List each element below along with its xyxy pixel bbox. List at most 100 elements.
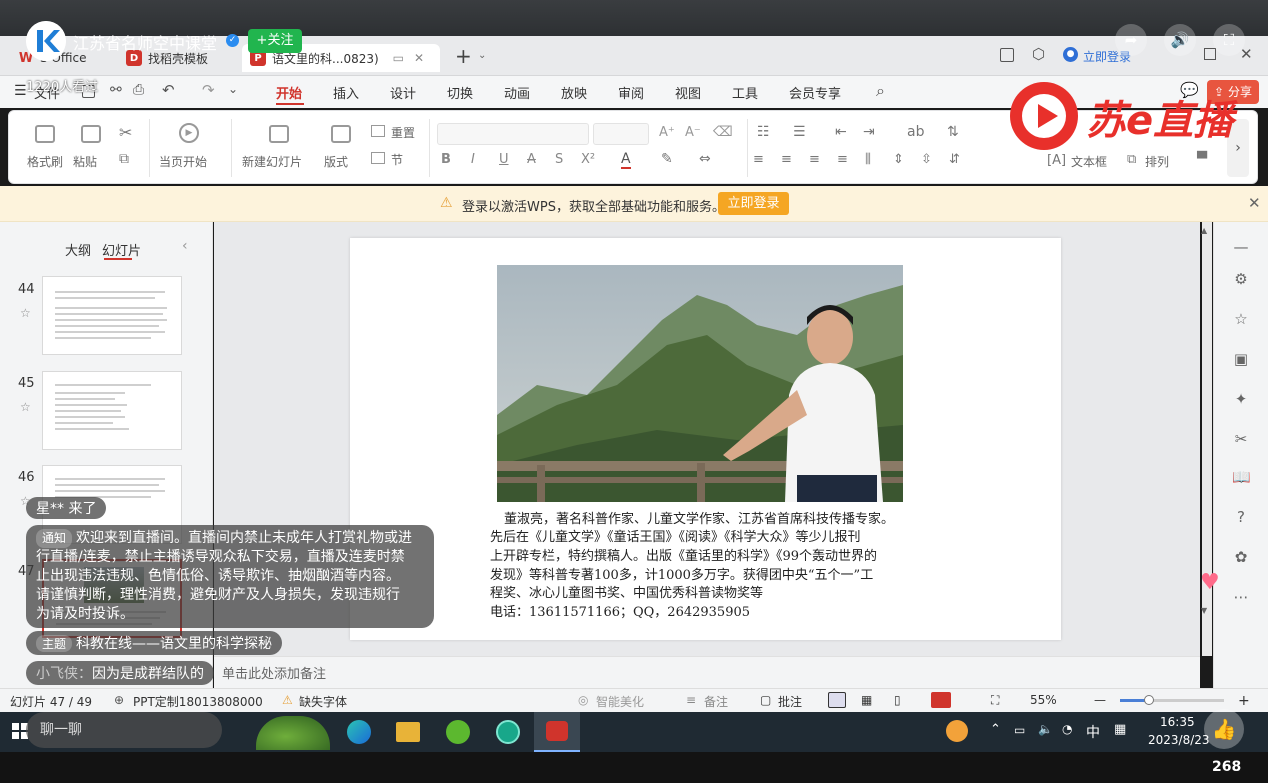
clock-time[interactable]: 16:35 bbox=[1160, 715, 1195, 729]
strikethrough-icon[interactable]: A bbox=[527, 152, 536, 167]
wps-taskbar-icon[interactable] bbox=[534, 712, 580, 752]
collapse-sidebar-icon[interactable]: ‹ bbox=[182, 238, 188, 254]
quick-access-dropdown-icon[interactable]: ⌄ bbox=[228, 82, 238, 96]
tab-close-icon[interactable]: ✕ bbox=[414, 51, 424, 65]
bullets-icon[interactable]: ☷ bbox=[757, 124, 770, 140]
file-explorer-icon[interactable] bbox=[396, 722, 420, 742]
star-icon[interactable]: ☆ bbox=[20, 306, 31, 320]
follow-button[interactable]: +关注 bbox=[248, 29, 302, 53]
play-from-current-label[interactable]: 当页开始 bbox=[159, 153, 207, 170]
align-center-icon[interactable]: ≡ bbox=[781, 152, 792, 167]
like-button[interactable]: 👍 bbox=[1204, 709, 1244, 749]
link-icon[interactable]: ⚯ bbox=[110, 82, 122, 98]
star-icon[interactable]: ☆ bbox=[20, 400, 31, 414]
fullscreen-icon[interactable]: ⛶ bbox=[1213, 24, 1245, 56]
tab-screen-icon[interactable]: ▭ bbox=[393, 51, 404, 65]
menu-tools[interactable]: 工具 bbox=[732, 83, 758, 102]
search-icon[interactable]: ⌕ bbox=[876, 81, 885, 101]
fit-window-icon[interactable]: ⛶ bbox=[991, 693, 999, 708]
zoom-slider[interactable] bbox=[1120, 695, 1224, 705]
print-preview-icon[interactable]: ⎙ bbox=[133, 82, 144, 98]
font-grow-icon[interactable]: A⁺ bbox=[659, 125, 675, 140]
menu-view[interactable]: 视图 bbox=[675, 83, 701, 102]
new-slide-icon[interactable] bbox=[269, 125, 289, 143]
align-right-icon[interactable]: ≡ bbox=[809, 152, 820, 167]
menu-review[interactable]: 审阅 bbox=[618, 83, 644, 102]
menu-animations[interactable]: 动画 bbox=[504, 83, 530, 102]
format-painter-icon[interactable] bbox=[35, 125, 55, 143]
paste-label[interactable]: 粘贴 bbox=[73, 153, 97, 170]
menu-membership[interactable]: 会员专享 bbox=[789, 83, 841, 102]
menu-slideshow[interactable]: 放映 bbox=[561, 83, 587, 102]
text-direction-icon[interactable]: ab bbox=[907, 124, 924, 140]
font-color-icon[interactable]: A bbox=[621, 151, 631, 169]
align-left-icon[interactable]: ≡ bbox=[753, 152, 764, 167]
tray-up-icon[interactable]: ⌃ bbox=[990, 722, 1001, 737]
ime-grid-icon[interactable]: ▦ bbox=[1114, 722, 1126, 737]
gift-icon[interactable]: ✿ bbox=[1232, 548, 1250, 566]
format-painter-label[interactable]: 格式刷 bbox=[27, 153, 63, 170]
paste-icon[interactable] bbox=[81, 125, 101, 143]
clock-date[interactable]: 2023/8/23 bbox=[1148, 733, 1210, 747]
ime-indicator[interactable]: 中 bbox=[1086, 722, 1100, 742]
slideshow-play-icon[interactable] bbox=[931, 692, 951, 708]
scroll-down-icon[interactable]: ▼ bbox=[1201, 606, 1207, 615]
copy-icon[interactable]: ⧉ bbox=[119, 151, 129, 167]
tab-outline[interactable]: 大纲 bbox=[65, 240, 91, 259]
battery-icon[interactable]: ▭ bbox=[1014, 723, 1025, 737]
share-live-icon[interactable]: ➦ bbox=[1115, 24, 1147, 56]
weather-icon[interactable] bbox=[946, 720, 968, 742]
layout-icon[interactable] bbox=[1000, 48, 1014, 62]
reset-icon[interactable] bbox=[371, 125, 385, 137]
slide-thumbnail-44[interactable] bbox=[42, 276, 182, 355]
superscript-icon[interactable]: X² bbox=[581, 152, 595, 167]
notes-toggle-label[interactable]: 备注 bbox=[704, 693, 728, 710]
chat-input[interactable]: 聊一聊 bbox=[26, 712, 222, 748]
menu-transitions[interactable]: 切换 bbox=[447, 83, 473, 102]
channel-avatar[interactable] bbox=[26, 21, 66, 61]
tab-slides[interactable]: 幻灯片 bbox=[102, 240, 141, 259]
edge-icon[interactable] bbox=[347, 720, 371, 744]
missing-font-label[interactable]: 缺失字体 bbox=[299, 693, 347, 710]
decrease-indent-icon[interactable]: ⇤ bbox=[835, 124, 847, 140]
section-icon[interactable] bbox=[371, 152, 385, 164]
browser-360-icon[interactable] bbox=[446, 720, 470, 744]
shadow-icon[interactable]: S bbox=[555, 152, 563, 167]
smart-beautify-label[interactable]: 智能美化 bbox=[596, 693, 644, 710]
user-icon[interactable]: ● bbox=[1063, 47, 1078, 62]
slide-thumbnail-45[interactable] bbox=[42, 371, 182, 450]
reset-label[interactable]: 重置 bbox=[391, 124, 415, 141]
columns-icon[interactable]: ⫼ bbox=[865, 152, 871, 167]
cut-icon[interactable]: ✂ bbox=[119, 123, 132, 142]
volume-icon[interactable]: 🔊 bbox=[1164, 24, 1196, 56]
font-size-select[interactable] bbox=[593, 123, 649, 145]
notice-login-button[interactable]: 立即登录 bbox=[718, 192, 789, 215]
restore-icon[interactable] bbox=[1204, 48, 1216, 60]
adjust-icon[interactable]: ⚙ bbox=[1232, 270, 1250, 288]
animation-panel-icon[interactable]: ✦ bbox=[1232, 390, 1250, 408]
smart-beautify-icon[interactable]: ◎ bbox=[578, 693, 588, 707]
new-slide-label[interactable]: 新建幻灯片 bbox=[242, 153, 302, 170]
section-label[interactable]: 节 bbox=[391, 151, 403, 168]
numbering-icon[interactable]: ☰ bbox=[793, 124, 806, 140]
comment-toggle-icon[interactable]: ▢ bbox=[760, 693, 771, 707]
ppt-custom-link[interactable]: PPT定制18013808000 bbox=[133, 693, 263, 710]
scroll-up-icon[interactable]: ▲ bbox=[1201, 226, 1207, 235]
undo-icon[interactable]: ↶ bbox=[162, 81, 175, 99]
missing-font-icon[interactable]: ⚠ bbox=[282, 693, 293, 707]
zoom-out-icon[interactable]: — bbox=[1094, 693, 1106, 707]
menu-insert[interactable]: 插入 bbox=[333, 83, 359, 102]
notes-toggle-icon[interactable]: ≡ bbox=[686, 693, 696, 707]
clear-format-icon[interactable]: ⌫ bbox=[713, 124, 733, 140]
reading-view-icon[interactable]: ▯ bbox=[894, 693, 901, 707]
font-shrink-icon[interactable]: A⁻ bbox=[685, 125, 701, 140]
menu-home[interactable]: 开始 bbox=[276, 83, 302, 102]
bold-icon[interactable]: B bbox=[441, 152, 451, 167]
redo-icon[interactable]: ↷ bbox=[202, 81, 215, 99]
vertical-align-icon[interactable]: ⇕ bbox=[893, 152, 904, 167]
book-icon[interactable]: 📖 bbox=[1232, 468, 1251, 486]
help-icon[interactable]: ? bbox=[1232, 508, 1250, 526]
normal-view-icon[interactable] bbox=[828, 692, 846, 708]
italic-icon[interactable]: I bbox=[471, 152, 475, 167]
new-tab-icon[interactable]: + bbox=[455, 44, 472, 68]
